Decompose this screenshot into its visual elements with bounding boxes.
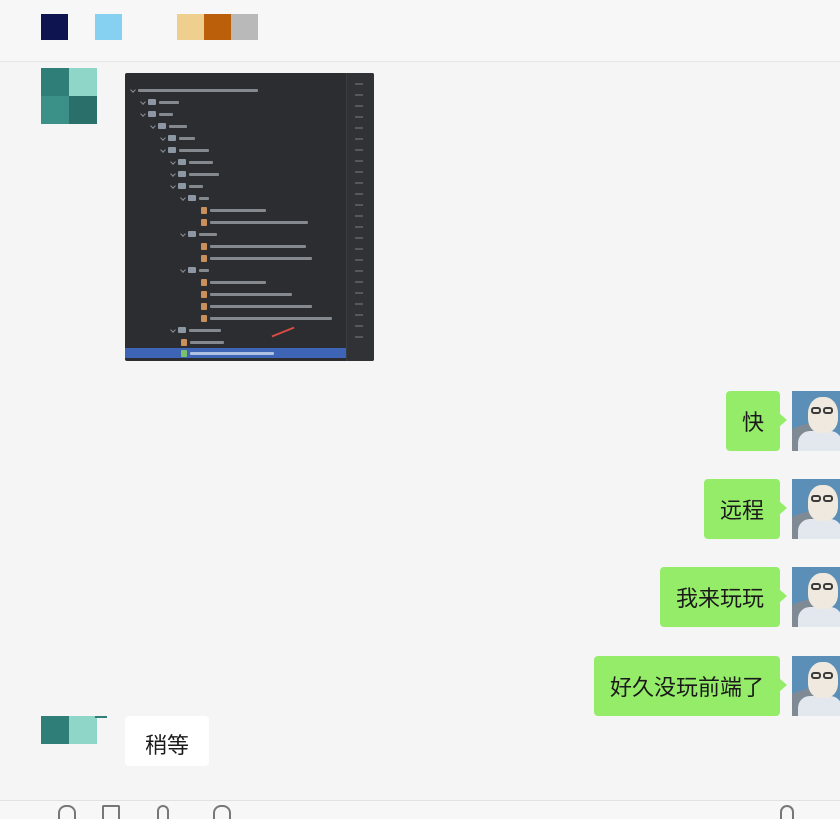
folder-icon[interactable] (102, 805, 120, 819)
avatar[interactable] (41, 716, 97, 746)
avatar[interactable] (792, 391, 840, 451)
image-message[interactable] (125, 73, 374, 361)
chat-header (0, 0, 840, 62)
emoji-icon[interactable] (58, 805, 76, 819)
message-bubble[interactable]: 快 (725, 391, 788, 451)
red-arrow-annotation (271, 326, 295, 338)
header-color-block (231, 14, 258, 40)
scissors-icon[interactable] (157, 805, 169, 819)
avatar[interactable] (792, 567, 840, 627)
chat-history-icon[interactable] (213, 805, 231, 819)
input-toolbar (0, 800, 840, 819)
header-color-block (177, 14, 204, 40)
avatar[interactable] (792, 479, 840, 539)
avatar[interactable] (792, 656, 840, 716)
avatar[interactable] (41, 68, 97, 124)
header-color-block (41, 14, 68, 40)
message-bubble[interactable]: 我来玩玩 (659, 567, 788, 627)
header-color-block (95, 14, 122, 40)
message-bubble[interactable]: 稍等 (125, 716, 209, 766)
video-call-icon[interactable] (780, 805, 794, 819)
message-bubble[interactable]: 好久没玩前端了 (593, 656, 788, 716)
message-bubble[interactable]: 远程 (703, 479, 788, 539)
chat-message-list[interactable]: 快 远程 我来玩玩 好久没玩前端了 稍等 (0, 62, 840, 800)
header-color-block (204, 14, 231, 40)
